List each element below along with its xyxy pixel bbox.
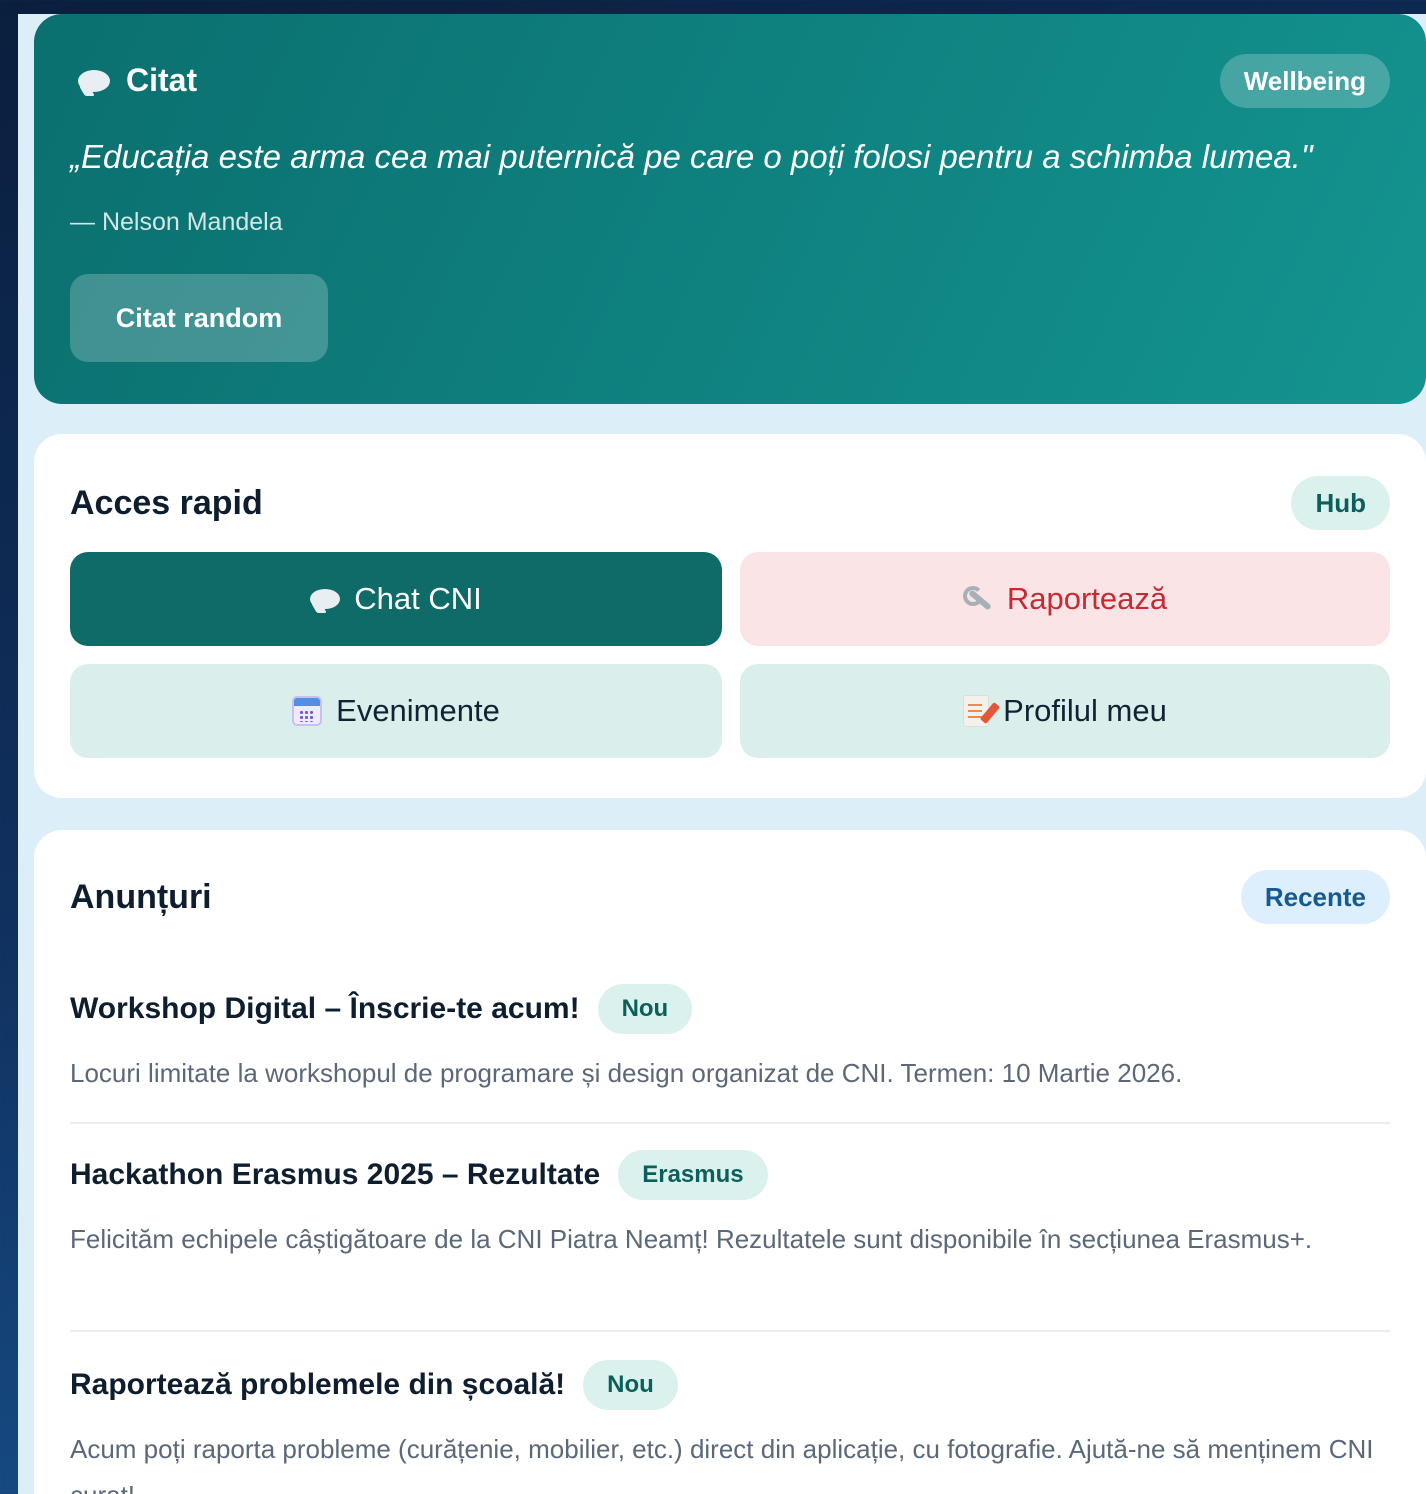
announcement-body: Locuri limitate la workshopul de program… <box>70 1058 1183 1088</box>
announcement-body: Felicităm echipele câștigătoare de la CN… <box>70 1224 1313 1254</box>
announcement-title: Hackathon Erasmus 2025 – Rezultate <box>70 1158 601 1191</box>
memo-icon <box>963 695 990 727</box>
speech-bubble-icon <box>78 69 110 92</box>
hub-badge: Hub <box>1291 476 1390 530</box>
calendar-icon <box>292 696 323 726</box>
announcement-header: Raportează problemele din școală! Nou <box>70 1360 1390 1410</box>
announcement-title: Raportează problemele din școală! <box>70 1368 566 1401</box>
announcement-title: Workshop Digital – Înscrie-te acum! <box>70 992 580 1025</box>
announcement-header: Workshop Digital – Înscrie-te acum! Nou <box>70 984 1390 1034</box>
page-canvas: Citat Wellbeing „Educația este arma cea … <box>18 14 1426 1494</box>
wellbeing-badge: Wellbeing <box>1219 54 1390 108</box>
chat-cni-button[interactable]: Chat CNI <box>70 552 722 646</box>
announcement-item[interactable]: Hackathon Erasmus 2025 – Rezultate Erasm… <box>70 1150 1390 1262</box>
announcement-tag: Erasmus <box>618 1150 768 1200</box>
events-label: Evenimente <box>336 693 500 728</box>
my-profile-button[interactable]: Profilul meu <box>740 664 1390 758</box>
quick-access-title: Acces rapid <box>70 484 263 522</box>
announcement-item[interactable]: Workshop Digital – Înscrie-te acum! Nou … <box>70 984 1390 1096</box>
report-button[interactable]: Raportează <box>740 552 1390 646</box>
recent-badge: Recente <box>1240 870 1390 924</box>
quote-card-title: Citat <box>126 62 198 98</box>
announcement-item[interactable]: Raportează problemele din școală! Nou Ac… <box>70 1360 1390 1494</box>
quote-header: Citat <box>78 62 197 99</box>
announcements-title: Anunțuri <box>70 878 212 916</box>
wrench-icon <box>962 584 993 614</box>
announcement-header: Hackathon Erasmus 2025 – Rezultate Erasm… <box>70 1150 1390 1200</box>
quote-card: Citat Wellbeing „Educația este arma cea … <box>34 14 1426 404</box>
divider <box>70 1122 1390 1124</box>
quick-access-card: Acces rapid Hub Chat CNI Raportează Even… <box>34 434 1426 798</box>
my-profile-label: Profilul meu <box>1003 693 1167 728</box>
quote-author: — Nelson Mandela <box>70 208 283 236</box>
quote-text: „Educația este arma cea mai puternică pe… <box>70 138 1313 175</box>
announcements-card: Anunțuri Recente Workshop Digital – Însc… <box>34 830 1426 1494</box>
random-quote-button[interactable]: Citat random <box>70 274 328 362</box>
chat-cni-label: Chat CNI <box>354 581 482 616</box>
divider <box>70 1330 1390 1332</box>
speech-bubble-icon <box>310 589 341 609</box>
report-label: Raportează <box>1006 581 1168 616</box>
announcement-body: Acum poți raporta probleme (curățenie, m… <box>70 1434 1374 1494</box>
announcement-tag: Nou <box>583 1360 678 1410</box>
events-button[interactable]: Evenimente <box>70 664 722 758</box>
announcement-tag: Nou <box>597 984 693 1034</box>
